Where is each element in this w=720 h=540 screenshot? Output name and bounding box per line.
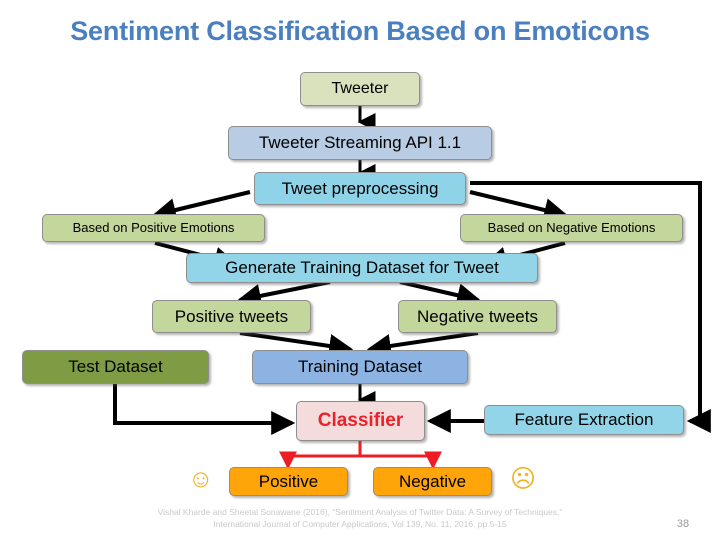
node-classifier-label: Classifier xyxy=(317,410,404,432)
node-negative-result-label: Negative xyxy=(398,471,467,491)
node-positive-tweets[interactable]: Positive tweets xyxy=(152,300,311,333)
node-negative-tweets-label: Negative tweets xyxy=(417,306,538,326)
node-based-on-positive-emotions[interactable]: Based on Positive Emotions xyxy=(42,214,265,242)
node-tweet-preprocessing-label: Tweet preprocessing xyxy=(281,178,439,198)
node-generate-training-dataset-label: Generate Training Dataset for Tweet xyxy=(225,258,499,278)
node-classifier[interactable]: Classifier xyxy=(296,401,425,441)
node-based-on-negative-emotions[interactable]: Based on Negative Emotions xyxy=(460,214,683,242)
page-number: 38 xyxy=(676,518,690,530)
happy-face-icon: ☺ xyxy=(188,465,214,493)
node-generate-training-dataset[interactable]: Generate Training Dataset for Tweet xyxy=(186,253,538,283)
slide-canvas: Sentiment Classification Based on Emotic… xyxy=(0,0,720,540)
page-title: Sentiment Classification Based on Emotic… xyxy=(70,16,650,46)
node-negative-result[interactable]: Negative xyxy=(373,467,492,496)
node-negative-tweets[interactable]: Negative tweets xyxy=(398,300,557,333)
node-tweet-preprocessing[interactable]: Tweet preprocessing xyxy=(254,172,466,205)
node-positive-result[interactable]: Positive xyxy=(229,467,348,496)
node-feature-extraction[interactable]: Feature Extraction xyxy=(484,405,684,435)
citation-block: Vishal Kharde and Sheetal Sonawane (2016… xyxy=(60,506,660,531)
node-feature-extraction-label: Feature Extraction xyxy=(514,410,654,430)
node-based-on-positive-emotions-label: Based on Positive Emotions xyxy=(72,220,235,236)
node-positive-tweets-label: Positive tweets xyxy=(174,306,289,326)
node-training-dataset[interactable]: Training Dataset xyxy=(252,350,468,384)
citation-line-1: Vishal Kharde and Sheetal Sonawane (2016… xyxy=(157,507,563,517)
sad-face-icon: ☹ xyxy=(510,465,537,493)
node-streaming-api-label: Tweeter Streaming API 1.1 xyxy=(258,133,462,153)
node-tweeter[interactable]: Tweeter xyxy=(300,72,420,106)
node-streaming-api[interactable]: Tweeter Streaming API 1.1 xyxy=(228,126,492,160)
node-positive-result-label: Positive xyxy=(258,471,319,491)
node-based-on-negative-emotions-label: Based on Negative Emotions xyxy=(487,220,656,236)
node-tweeter-label: Tweeter xyxy=(331,79,389,97)
node-test-dataset-label: Test Dataset xyxy=(68,357,163,377)
node-training-dataset-label: Training Dataset xyxy=(297,357,423,377)
node-test-dataset[interactable]: Test Dataset xyxy=(22,350,209,384)
citation-line-2: International Journal of Computer Applic… xyxy=(213,519,507,530)
